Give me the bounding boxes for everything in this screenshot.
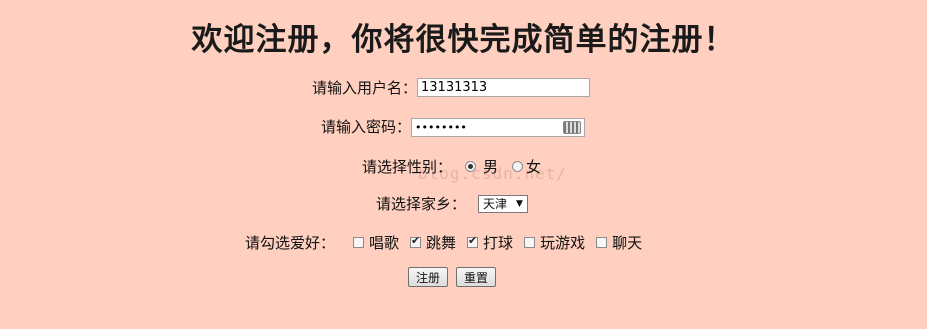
hobbies-label: 请勾选爱好：: [245, 234, 336, 252]
password-input[interactable]: [411, 117, 586, 137]
hobby-singing[interactable]: 唱歌: [353, 232, 399, 253]
keyboard-icon[interactable]: [563, 120, 582, 134]
password-field-wrap: [411, 117, 586, 137]
button-row: 注册 重置: [408, 267, 497, 287]
checkbox-icon[interactable]: [524, 237, 536, 248]
checkbox-icon[interactable]: [467, 234, 479, 248]
radio-icon[interactable]: [465, 161, 477, 172]
gender-option-label: 男: [483, 158, 499, 176]
hometown-row: 请选择家乡： 天津 ▼: [376, 193, 528, 214]
username-label: 请输入用户名：: [312, 79, 418, 97]
password-row: 请输入密码：: [321, 116, 586, 137]
page-title: 欢迎注册，你将很快完成简单的注册！: [191, 22, 736, 58]
gender-option-female[interactable]: 女: [512, 156, 541, 177]
checkbox-icon[interactable]: [410, 234, 422, 248]
triangle-down-icon: ▼: [516, 198, 523, 209]
username-input[interactable]: [417, 78, 591, 97]
radio-icon[interactable]: [512, 161, 524, 172]
hobby-label: 跳舞: [426, 234, 457, 252]
hometown-selected-value: 天津: [483, 197, 508, 211]
reset-button[interactable]: 重置: [456, 267, 497, 287]
hobby-gaming[interactable]: 玩游戏: [524, 232, 585, 253]
hobby-label: 打球: [483, 234, 514, 252]
hobby-ball[interactable]: 打球: [467, 232, 513, 253]
username-row: 请输入用户名：: [312, 77, 591, 98]
checkbox-icon[interactable]: [353, 237, 365, 248]
hometown-label: 请选择家乡：: [376, 195, 467, 213]
hobby-label: 玩游戏: [540, 234, 586, 252]
gender-option-male[interactable]: 男: [465, 156, 498, 177]
password-label: 请输入密码：: [321, 118, 412, 136]
hometown-select[interactable]: 天津 ▼: [478, 194, 528, 213]
checkbox-icon[interactable]: [596, 237, 608, 248]
hobby-chat[interactable]: 聊天: [596, 232, 642, 253]
hobby-label: 聊天: [612, 234, 643, 252]
gender-label: 请选择性别：: [362, 158, 453, 176]
hobby-label: 唱歌: [369, 234, 400, 252]
gender-row: 请选择性别： 男 女: [362, 156, 541, 177]
gender-option-label: 女: [526, 158, 542, 176]
submit-button[interactable]: 注册: [408, 267, 449, 287]
hobby-dancing[interactable]: 跳舞: [410, 232, 456, 253]
hobbies-row: 请勾选爱好： 唱歌 跳舞 打球 玩游戏 聊天: [245, 232, 642, 253]
